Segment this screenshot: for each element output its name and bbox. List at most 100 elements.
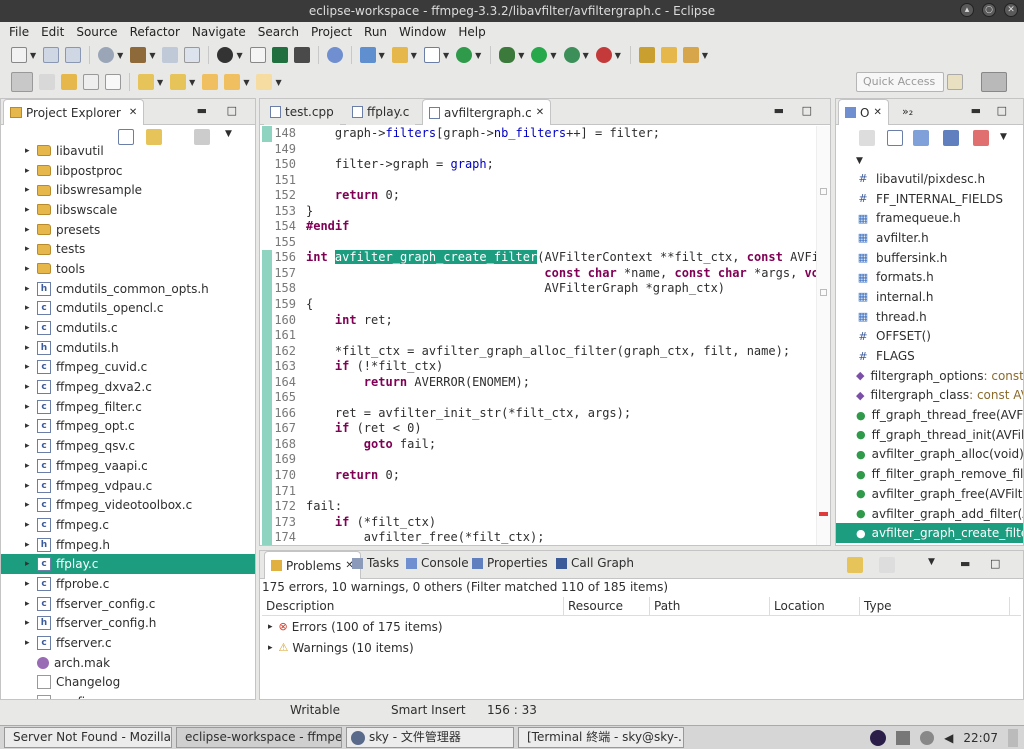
menu-window[interactable]: Window bbox=[393, 25, 452, 39]
outline-menu-dropdown-icon[interactable]: ▼ bbox=[1000, 132, 1007, 142]
tree-item[interactable]: ▸ c ffmpeg_opt.c bbox=[1, 417, 255, 437]
refresh-icon[interactable] bbox=[456, 47, 473, 63]
tree-item[interactable]: ▸ c ffmpeg_vdpau.c bbox=[1, 476, 255, 496]
build-icon[interactable] bbox=[130, 47, 147, 63]
code-line[interactable]: 164 return AVERROR(ENOMEM); bbox=[260, 374, 830, 391]
new-class-dropdown-icon[interactable]: ▼ bbox=[379, 51, 385, 60]
outline-item[interactable]: ● avfilter_graph_free(AVFilterG bbox=[836, 484, 1023, 504]
profile-icon[interactable] bbox=[217, 47, 234, 63]
code-line[interactable]: 151 bbox=[260, 173, 830, 189]
collapse-outline-icon[interactable] bbox=[887, 130, 903, 146]
column-header-resource[interactable]: Resource bbox=[564, 597, 650, 615]
tree-item[interactable]: ▸ c ffplay.c bbox=[1, 554, 255, 575]
minimize-view-icon[interactable]: ▬ bbox=[971, 104, 981, 117]
expand-arrow-icon[interactable]: ▸ bbox=[25, 146, 37, 156]
last-edit-icon[interactable] bbox=[202, 74, 219, 90]
menu-file[interactable]: File bbox=[3, 25, 35, 39]
column-header-location[interactable]: Location bbox=[770, 597, 860, 615]
new-dropdown-icon[interactable]: ▼ bbox=[30, 51, 36, 60]
code-line[interactable]: 152 return 0; bbox=[260, 188, 830, 204]
tab-problems[interactable]: Problems ✕ bbox=[264, 551, 361, 579]
expand-arrow-icon[interactable]: ▸ bbox=[268, 622, 273, 632]
column-header-description[interactable]: Description bbox=[262, 597, 564, 615]
forward-dropdown-icon[interactable]: ▼ bbox=[275, 78, 281, 87]
editor-tab[interactable]: test.cpp bbox=[264, 99, 340, 125]
tree-item[interactable]: ▸ c cmdutils_opencl.c bbox=[1, 299, 255, 319]
build-dropdown-icon[interactable]: ▼ bbox=[149, 51, 155, 60]
tree-item[interactable]: ▸ c ffmpeg_videotoolbox.c bbox=[1, 495, 255, 515]
tree-item[interactable]: ▸ c ffmpeg_dxva2.c bbox=[1, 377, 255, 397]
outline-item[interactable]: # FLAGS bbox=[836, 346, 1023, 366]
tree-item[interactable]: ▸ libavutil bbox=[1, 141, 255, 161]
sort-icon[interactable] bbox=[913, 130, 929, 146]
tree-item[interactable]: ▸ h ffmpeg.h bbox=[1, 535, 255, 555]
expand-arrow-icon[interactable]: ▸ bbox=[25, 323, 37, 333]
expand-arrow-icon[interactable]: ▸ bbox=[25, 402, 37, 412]
eclipse-tray-icon[interactable] bbox=[870, 730, 887, 746]
expand-arrow-icon[interactable]: ▸ bbox=[25, 382, 37, 392]
minimize-editor-icon[interactable]: ▬ bbox=[774, 104, 784, 117]
tree-item[interactable]: ▸ c ffmpeg_qsv.c bbox=[1, 436, 255, 456]
expand-arrow-icon[interactable]: ▸ bbox=[25, 362, 37, 372]
project-explorer-tab[interactable]: Project Explorer ✕ bbox=[3, 99, 145, 125]
code-line[interactable]: 159{ bbox=[260, 297, 830, 313]
code-line[interactable]: 157 const char *name, const char *args, … bbox=[260, 265, 830, 282]
settings-tray-icon[interactable] bbox=[920, 731, 935, 745]
tree-item[interactable]: Changelog bbox=[1, 673, 255, 693]
code-line[interactable]: 158 AVFilterGraph *graph_ctx) bbox=[260, 281, 830, 298]
clock[interactable]: 22:07 bbox=[963, 731, 998, 745]
code-line[interactable]: 171 bbox=[260, 483, 830, 500]
expand-arrow-icon[interactable]: ▸ bbox=[25, 540, 37, 550]
block-select-icon[interactable] bbox=[61, 74, 77, 90]
outline-tab[interactable]: O ✕ bbox=[838, 99, 889, 125]
debug-config-icon[interactable] bbox=[249, 47, 266, 63]
code-line[interactable]: 172 fail: bbox=[260, 499, 830, 515]
code-line[interactable]: 169 bbox=[260, 452, 830, 469]
outline-item[interactable]: ▦ avfilter.h bbox=[836, 228, 1023, 248]
outline-item[interactable]: # libavutil/pixdesc.h bbox=[836, 169, 1023, 189]
column-header-path[interactable]: Path bbox=[650, 597, 770, 615]
menu-refactor[interactable]: Refactor bbox=[124, 25, 186, 39]
minimize-view-icon[interactable]: ▬ bbox=[197, 104, 207, 117]
code-line[interactable]: 156 int avfilter_graph_create_filter(AVFi… bbox=[260, 250, 830, 266]
code-line[interactable]: 161 bbox=[260, 328, 830, 344]
expand-arrow-icon[interactable]: ▸ bbox=[25, 244, 37, 254]
search-tool-dropdown-icon[interactable]: ▼ bbox=[702, 51, 708, 60]
next-annotation-icon[interactable] bbox=[138, 74, 154, 90]
prev-annotation-icon[interactable] bbox=[170, 74, 187, 90]
menu-project[interactable]: Project bbox=[305, 25, 358, 39]
open-type-icon[interactable] bbox=[638, 47, 655, 63]
maximize-view-icon[interactable]: □ bbox=[227, 104, 237, 117]
code-line[interactable]: 153} bbox=[260, 204, 830, 220]
tab-tasks[interactable]: Tasks bbox=[352, 556, 399, 570]
expand-arrow-icon[interactable]: ▸ bbox=[25, 166, 37, 176]
outline-item[interactable]: ●avfilter_graph_alloc(void) : AV bbox=[836, 445, 1023, 465]
column-header-type[interactable]: Type bbox=[860, 597, 1010, 615]
problems-menu-dropdown-icon[interactable]: ▼ bbox=[928, 557, 935, 567]
tree-item[interactable]: ▸ h cmdutils_common_opts.h bbox=[1, 279, 255, 299]
code-line[interactable]: 165 bbox=[260, 390, 830, 406]
settings-icon[interactable] bbox=[98, 47, 115, 63]
overflow-views-icon[interactable]: »₂ bbox=[902, 105, 913, 118]
expand-arrow-icon[interactable]: ▸ bbox=[25, 205, 37, 215]
outline-filter-dropdown-icon[interactable]: ▼ bbox=[856, 156, 863, 166]
save-all-icon[interactable] bbox=[65, 47, 82, 63]
save-icon[interactable] bbox=[43, 47, 60, 63]
highlight-icon[interactable] bbox=[11, 72, 33, 92]
open-element-icon[interactable] bbox=[660, 47, 677, 63]
tree-item[interactable]: ▸ libpostproc bbox=[1, 161, 255, 181]
console-icon[interactable] bbox=[293, 47, 310, 63]
tree-item[interactable]: arch.mak bbox=[1, 653, 255, 673]
outline-item[interactable]: # FF_INTERNAL_FIELDS bbox=[836, 189, 1023, 209]
tree-item[interactable]: ▸ libswresample bbox=[1, 180, 255, 200]
expand-arrow-icon[interactable]: ▸ bbox=[25, 303, 37, 313]
tab-console[interactable]: Console bbox=[406, 556, 469, 570]
expand-arrow-icon[interactable]: ▸ bbox=[25, 225, 37, 235]
tree-item[interactable]: ▸ tests bbox=[1, 239, 255, 259]
search-tool-icon[interactable] bbox=[682, 47, 699, 63]
build-all-icon[interactable] bbox=[162, 47, 179, 63]
hide-fields-icon[interactable] bbox=[943, 130, 959, 146]
code-line[interactable]: 170 return 0; bbox=[260, 468, 830, 484]
expand-arrow-icon[interactable]: ▸ bbox=[25, 461, 37, 471]
expand-arrow-icon[interactable]: ▸ bbox=[25, 599, 37, 609]
